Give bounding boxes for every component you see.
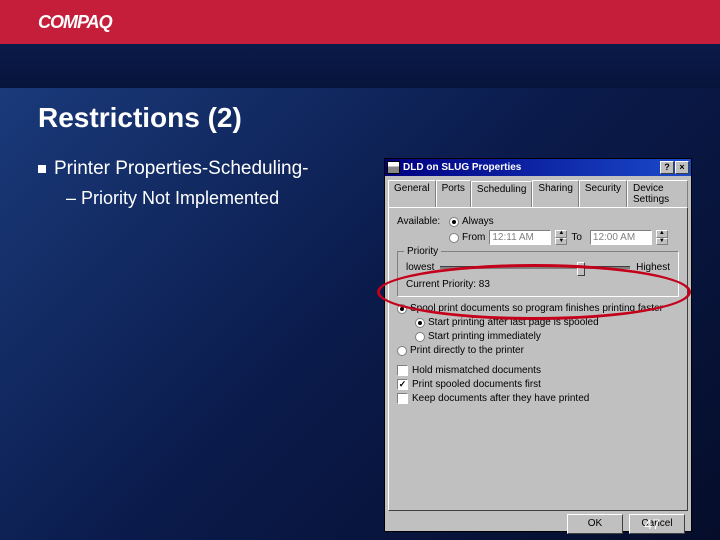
radio-spool[interactable] (397, 304, 407, 314)
compaq-logo: COMPAQ (38, 12, 112, 33)
radio-always-label: Always (462, 216, 494, 227)
dialog-titlebar[interactable]: DLD on SLUG Properties ? × (385, 159, 691, 176)
spool-option-row: Spool print documents so program finishe… (397, 303, 679, 314)
available-row: Available: Always (397, 216, 679, 227)
dialog-title: DLD on SLUG Properties (403, 162, 521, 173)
tab-scheduling[interactable]: Scheduling (471, 181, 532, 208)
radio-always[interactable] (449, 217, 459, 227)
radio-spool-label: Spool print documents so program finishe… (410, 303, 663, 314)
to-label: To (571, 232, 582, 243)
radio-spool-last-label: Start printing after last page is spoole… (428, 317, 599, 328)
spool-immediate-row: Start printing immediately (397, 331, 679, 342)
from-row: From 12:11 AM ▲▼ To 12:00 AM ▲▼ (397, 230, 679, 245)
slider-thumb[interactable] (577, 262, 585, 276)
time-to-input[interactable]: 12:00 AM (590, 230, 652, 245)
tab-security[interactable]: Security (579, 180, 627, 207)
current-priority-label: Current Priority: 83 (406, 279, 670, 290)
lowest-label: lowest (406, 262, 434, 273)
priority-group-label: Priority (404, 246, 441, 257)
direct-option-row: Print directly to the printer (397, 345, 679, 356)
time-from-spinner[interactable]: ▲▼ (555, 230, 567, 245)
help-button[interactable]: ? (660, 161, 674, 174)
priority-slider[interactable] (440, 266, 630, 269)
hold-mismatch-label: Hold mismatched documents (412, 365, 541, 376)
tab-strip: General Ports Scheduling Sharing Securit… (385, 176, 691, 207)
printer-properties-dialog: DLD on SLUG Properties ? × General Ports… (384, 158, 692, 532)
checkbox-hold-mismatch[interactable] (397, 365, 408, 376)
slide-title: Restrictions (2) (0, 88, 720, 134)
scheduling-panel: Available: Always From 12:11 AM ▲▼ To 12… (388, 207, 688, 511)
keep-docs-row: Keep documents after they have printed (397, 393, 679, 404)
time-to-spinner[interactable]: ▲▼ (656, 230, 668, 245)
bullet-square-icon (38, 165, 46, 173)
checkbox-print-first[interactable] (397, 379, 408, 390)
radio-from-label: From (462, 232, 485, 243)
brand-header: COMPAQ (0, 0, 720, 44)
tab-general[interactable]: General (388, 180, 436, 207)
spool-last-row: Start printing after last page is spoole… (397, 317, 679, 328)
keep-docs-label: Keep documents after they have printed (412, 393, 589, 404)
radio-spool-immediate-label: Start printing immediately (428, 331, 541, 342)
page-number: 47 (644, 516, 660, 532)
close-button[interactable]: × (675, 161, 689, 174)
header-stripe (0, 44, 720, 88)
checkbox-keep-docs[interactable] (397, 393, 408, 404)
radio-direct[interactable] (397, 346, 407, 356)
time-from-input[interactable]: 12:11 AM (489, 230, 551, 245)
tab-sharing[interactable]: Sharing (532, 180, 578, 207)
slide-content: Restrictions (2) Printer Properties-Sche… (0, 88, 720, 540)
bullet1-text: Printer Properties-Scheduling- (54, 158, 309, 180)
print-first-label: Print spooled documents first (412, 379, 541, 390)
tab-ports[interactable]: Ports (436, 180, 471, 207)
radio-spool-last[interactable] (415, 318, 425, 328)
available-label: Available: (397, 216, 449, 227)
highest-label: Highest (636, 262, 670, 273)
priority-group: Priority lowest Highest Current Priority… (397, 251, 679, 297)
radio-spool-immediate[interactable] (415, 332, 425, 342)
print-first-row: Print spooled documents first (397, 379, 679, 390)
printer-icon (387, 161, 400, 174)
tab-device-settings[interactable]: Device Settings (627, 180, 688, 207)
hold-mismatch-row: Hold mismatched documents (397, 365, 679, 376)
ok-button[interactable]: OK (567, 514, 623, 534)
radio-direct-label: Print directly to the printer (410, 345, 524, 356)
radio-from[interactable] (449, 233, 459, 243)
